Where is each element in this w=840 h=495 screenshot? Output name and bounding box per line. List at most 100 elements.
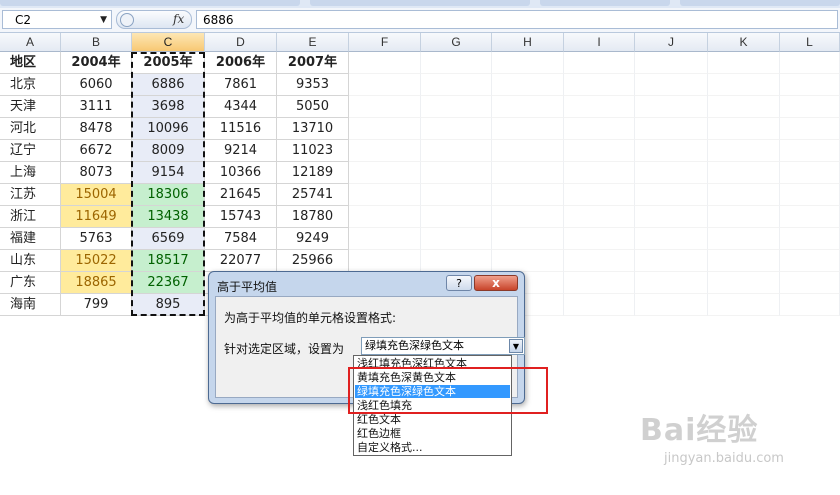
empty-cell[interactable] bbox=[421, 140, 492, 162]
table-cell[interactable]: 天津 bbox=[0, 96, 61, 118]
empty-cell[interactable] bbox=[492, 96, 564, 118]
table-cell[interactable]: 15743 bbox=[205, 206, 277, 228]
table-cell[interactable]: 12189 bbox=[277, 162, 349, 184]
table-cell[interactable]: 18306 bbox=[132, 184, 205, 206]
table-cell[interactable]: 18865 bbox=[61, 272, 132, 294]
empty-cell[interactable] bbox=[349, 228, 421, 250]
table-header-cell[interactable]: 2006年 bbox=[205, 52, 277, 74]
empty-cell[interactable] bbox=[635, 118, 708, 140]
empty-cell[interactable] bbox=[492, 250, 564, 272]
table-cell[interactable]: 7584 bbox=[205, 228, 277, 250]
empty-cell[interactable] bbox=[780, 162, 840, 184]
table-cell[interactable]: 15022 bbox=[61, 250, 132, 272]
close-button[interactable]: x bbox=[474, 275, 518, 291]
column-header-h[interactable]: H bbox=[492, 33, 564, 52]
table-header-cell[interactable]: 2007年 bbox=[277, 52, 349, 74]
empty-cell[interactable] bbox=[780, 206, 840, 228]
column-header-j[interactable]: J bbox=[635, 33, 708, 52]
empty-cell[interactable] bbox=[492, 140, 564, 162]
empty-cell[interactable] bbox=[635, 74, 708, 96]
column-header-a[interactable]: A bbox=[0, 33, 61, 52]
empty-cell[interactable] bbox=[635, 294, 708, 316]
empty-cell[interactable] bbox=[635, 272, 708, 294]
table-header-cell[interactable]: 地区 bbox=[0, 52, 61, 74]
fx-icon[interactable]: fx bbox=[173, 11, 184, 28]
empty-cell[interactable] bbox=[708, 184, 780, 206]
table-cell[interactable]: 799 bbox=[61, 294, 132, 316]
table-cell[interactable]: 11516 bbox=[205, 118, 277, 140]
format-option[interactable]: 红色文本 bbox=[355, 413, 510, 426]
table-cell[interactable]: 22367 bbox=[132, 272, 205, 294]
empty-cell[interactable] bbox=[780, 118, 840, 140]
table-cell[interactable]: 9249 bbox=[277, 228, 349, 250]
table-cell[interactable]: 18517 bbox=[132, 250, 205, 272]
table-cell[interactable]: 22077 bbox=[205, 250, 277, 272]
table-cell[interactable]: 6569 bbox=[132, 228, 205, 250]
table-cell[interactable]: 7861 bbox=[205, 74, 277, 96]
table-cell[interactable]: 8009 bbox=[132, 140, 205, 162]
empty-cell[interactable] bbox=[349, 118, 421, 140]
chevron-down-icon[interactable]: ▼ bbox=[509, 339, 523, 353]
empty-cell[interactable] bbox=[564, 294, 635, 316]
empty-cell[interactable] bbox=[635, 250, 708, 272]
empty-cell[interactable] bbox=[564, 140, 635, 162]
table-cell[interactable]: 上海 bbox=[0, 162, 61, 184]
table-cell[interactable]: 895 bbox=[132, 294, 205, 316]
table-cell[interactable]: 3698 bbox=[132, 96, 205, 118]
table-header-cell[interactable]: 2005年 bbox=[132, 52, 205, 74]
empty-cell[interactable] bbox=[780, 96, 840, 118]
empty-cell[interactable] bbox=[564, 228, 635, 250]
empty-cell[interactable] bbox=[492, 74, 564, 96]
empty-cell[interactable] bbox=[349, 52, 421, 74]
format-option[interactable]: 红色边框 bbox=[355, 427, 510, 440]
help-button[interactable]: ? bbox=[446, 275, 472, 291]
table-cell[interactable]: 广东 bbox=[0, 272, 61, 294]
empty-cell[interactable] bbox=[349, 74, 421, 96]
column-header-b[interactable]: B bbox=[61, 33, 132, 52]
empty-cell[interactable] bbox=[492, 228, 564, 250]
empty-cell[interactable] bbox=[708, 140, 780, 162]
empty-cell[interactable] bbox=[635, 162, 708, 184]
name-box[interactable]: C2 ▼ bbox=[2, 10, 112, 29]
empty-cell[interactable] bbox=[421, 96, 492, 118]
empty-cell[interactable] bbox=[421, 52, 492, 74]
column-header-c[interactable]: C bbox=[132, 33, 205, 52]
column-header-i[interactable]: I bbox=[564, 33, 635, 52]
table-cell[interactable]: 21645 bbox=[205, 184, 277, 206]
column-header-l[interactable]: L bbox=[780, 33, 840, 52]
table-cell[interactable]: 6672 bbox=[61, 140, 132, 162]
empty-cell[interactable] bbox=[349, 250, 421, 272]
table-cell[interactable]: 4344 bbox=[205, 96, 277, 118]
empty-cell[interactable] bbox=[349, 96, 421, 118]
table-cell[interactable]: 海南 bbox=[0, 294, 61, 316]
table-cell[interactable]: 3111 bbox=[61, 96, 132, 118]
empty-cell[interactable] bbox=[780, 294, 840, 316]
empty-cell[interactable] bbox=[780, 74, 840, 96]
empty-cell[interactable] bbox=[780, 228, 840, 250]
empty-cell[interactable] bbox=[421, 118, 492, 140]
empty-cell[interactable] bbox=[349, 140, 421, 162]
empty-cell[interactable] bbox=[564, 250, 635, 272]
empty-cell[interactable] bbox=[564, 162, 635, 184]
empty-cell[interactable] bbox=[421, 206, 492, 228]
table-cell[interactable]: 辽宁 bbox=[0, 140, 61, 162]
empty-cell[interactable] bbox=[421, 184, 492, 206]
table-cell[interactable]: 5763 bbox=[61, 228, 132, 250]
format-option[interactable]: 自定义格式... bbox=[355, 441, 510, 454]
empty-cell[interactable] bbox=[564, 184, 635, 206]
column-header-f[interactable]: F bbox=[349, 33, 421, 52]
column-header-k[interactable]: K bbox=[708, 33, 780, 52]
table-cell[interactable]: 25966 bbox=[277, 250, 349, 272]
table-cell[interactable]: 北京 bbox=[0, 74, 61, 96]
table-cell[interactable]: 11023 bbox=[277, 140, 349, 162]
empty-cell[interactable] bbox=[421, 162, 492, 184]
expand-icon[interactable] bbox=[120, 13, 134, 27]
format-select[interactable]: 绿填充色深绿色文本 ▼ bbox=[361, 337, 525, 355]
table-cell[interactable]: 浙江 bbox=[0, 206, 61, 228]
table-cell[interactable]: 福建 bbox=[0, 228, 61, 250]
empty-cell[interactable] bbox=[421, 74, 492, 96]
empty-cell[interactable] bbox=[635, 206, 708, 228]
table-header-cell[interactable]: 2004年 bbox=[61, 52, 132, 74]
empty-cell[interactable] bbox=[708, 118, 780, 140]
empty-cell[interactable] bbox=[635, 140, 708, 162]
